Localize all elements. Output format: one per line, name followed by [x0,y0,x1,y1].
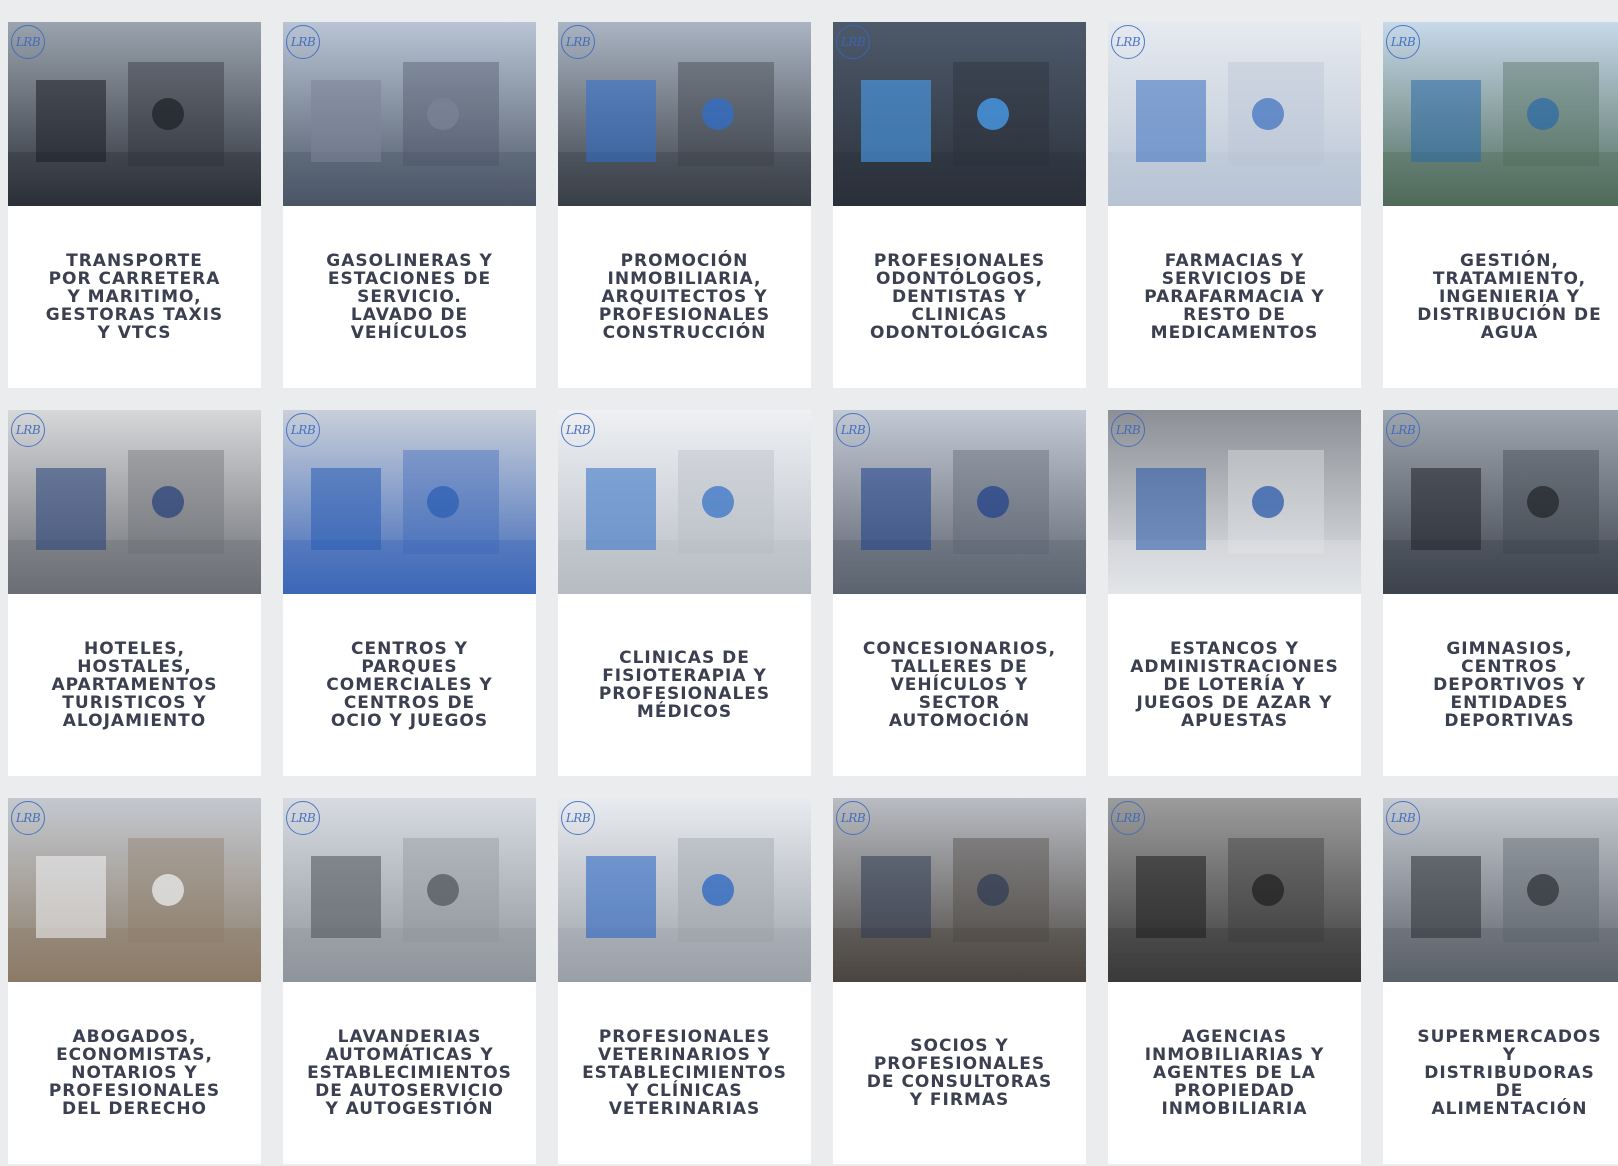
lrb-logo-icon: LRB [836,25,870,59]
sector-title: TRANSPORTE POR CARRETERA Y MARITIMO, GES… [45,251,224,343]
sector-card[interactable]: LRB TRANSPORTE POR CARRETERA Y MARITIMO,… [8,22,261,388]
lrb-logo-icon: LRB [561,801,595,835]
sector-card[interactable]: LRB ABOGADOS, ECONOMISTAS, NOTARIOS Y PR… [8,798,261,1164]
sector-card[interactable]: LRB SOCIOS Y PROFESIONALES DE CONSULTORA… [833,798,1086,1164]
office-documents-photo: LRB [8,798,261,982]
sector-card[interactable]: LRB PROFESIONALES VETERINARIOS Y ESTABLE… [558,798,811,1164]
sector-card[interactable]: LRB CENTROS Y PARQUES COMERCIALES Y CENT… [283,410,536,776]
lrb-logo-icon: LRB [1386,25,1420,59]
lrb-logo-icon: LRB [1111,801,1145,835]
taxi-app-photo: LRB [8,22,261,206]
sector-card[interactable]: LRB ESTANCOS Y ADMINISTRACIONES DE LOTER… [1108,410,1361,776]
physiotherapy-photo: LRB [558,410,811,594]
lrb-logo-icon: LRB [836,413,870,447]
sector-card[interactable]: LRB LAVANDERIAS AUTOMÁTICAS Y ESTABLECIM… [283,798,536,1164]
tobacco-shop-photo: LRB [1108,410,1361,594]
sector-title: ESTANCOS Y ADMINISTRACIONES DE LOTERÍA Y… [1130,639,1339,731]
construction-site-photo: LRB [558,22,811,206]
gym-photo: LRB [1383,410,1618,594]
lrb-logo-icon: LRB [11,25,45,59]
lrb-logo-icon: LRB [1386,413,1420,447]
sector-title: FARMACIAS Y SERVICIOS DE PARAFARMACIA Y … [1144,251,1325,343]
sector-title: AGENCIAS INMOBILIARIAS Y AGENTES DE LA P… [1144,1027,1325,1119]
sector-card-grid: LRB TRANSPORTE POR CARRETERA Y MARITIMO,… [8,22,1618,1164]
sector-title: GASOLINERAS Y ESTACIONES DE SERVICIO. LA… [326,251,493,343]
sector-title: SUPERMERCADOS Y DISTRIBUDORAS DE ALIMENT… [1417,1027,1602,1119]
sector-title: ABOGADOS, ECONOMISTAS, NOTARIOS Y PROFES… [48,1027,221,1119]
playground-photo: LRB [283,410,536,594]
lrb-logo-icon: LRB [1111,413,1145,447]
sector-card[interactable]: LRB CONCESIONARIOS, TALLERES DE VEHÍCULO… [833,410,1086,776]
lrb-logo-icon: LRB [561,25,595,59]
sector-card[interactable]: LRB PROMOCIÓN INMOBILIARIA, ARQUITECTOS … [558,22,811,388]
lrb-logo-icon: LRB [11,413,45,447]
lrb-logo-icon: LRB [561,413,595,447]
pharmacy-photo: LRB [1108,22,1361,206]
sector-title: CLINICAS DE FISIOTERAPIA Y PROFESIONALES… [598,648,771,722]
gas-station-photo: LRB [283,22,536,206]
sector-title: CENTROS Y PARQUES COMERCIALES Y CENTROS … [326,639,493,731]
laundromat-photo: LRB [283,798,536,982]
veterinary-photo: LRB [558,798,811,982]
sector-title: LAVANDERIAS AUTOMÁTICAS Y ESTABLECIMIENT… [307,1027,512,1119]
lrb-logo-icon: LRB [286,801,320,835]
sector-title: GESTIÓN, TRATAMIENTO, INGENIERIA Y DISTR… [1417,251,1602,343]
sector-title: PROFESIONALES ODONTÓLOGOS, DENTISTAS Y C… [869,251,1050,343]
car-dealership-photo: LRB [833,410,1086,594]
water-dam-photo: LRB [1383,22,1618,206]
sector-title: PROMOCIÓN INMOBILIARIA, ARQUITECTOS Y PR… [598,251,771,343]
supermarket-photo: LRB [1383,798,1618,982]
hotel-room-photo: LRB [8,410,261,594]
lrb-logo-icon: LRB [836,801,870,835]
sector-card[interactable]: LRB FARMACIAS Y SERVICIOS DE PARAFARMACI… [1108,22,1361,388]
lrb-logo-icon: LRB [286,25,320,59]
sector-card[interactable]: LRB AGENCIAS INMOBILIARIAS Y AGENTES DE … [1108,798,1361,1164]
sector-title: CONCESIONARIOS, TALLERES DE VEHÍCULOS Y … [862,639,1057,731]
sector-card[interactable]: LRB GASOLINERAS Y ESTACIONES DE SERVICIO… [283,22,536,388]
lrb-logo-icon: LRB [286,413,320,447]
dental-clinic-photo: LRB [833,22,1086,206]
sector-card[interactable]: LRB SUPERMERCADOS Y DISTRIBUDORAS DE ALI… [1383,798,1618,1164]
sector-title: HOTELES, HOSTALES, APARTAMENTOS TURISTIC… [51,639,218,731]
consultant-desk-photo: LRB [833,798,1086,982]
lrb-logo-icon: LRB [11,801,45,835]
keys-handover-photo: LRB [1108,798,1361,982]
sector-title: PROFESIONALES VETERINARIOS Y ESTABLECIMI… [582,1027,787,1119]
lrb-logo-icon: LRB [1111,25,1145,59]
sector-card[interactable]: LRB PROFESIONALES ODONTÓLOGOS, DENTISTAS… [833,22,1086,388]
sector-card[interactable]: LRB HOTELES, HOSTALES, APARTAMENTOS TURI… [8,410,261,776]
sector-title: GIMNASIOS, CENTROS DEPORTIVOS Y ENTIDADE… [1433,639,1586,731]
sector-card[interactable]: LRB GESTIÓN, TRATAMIENTO, INGENIERIA Y D… [1383,22,1618,388]
sector-title: SOCIOS Y PROFESIONALES DE CONSULTORAS Y … [866,1036,1053,1110]
sector-card[interactable]: LRB GIMNASIOS, CENTROS DEPORTIVOS Y ENTI… [1383,410,1618,776]
lrb-logo-icon: LRB [1386,801,1420,835]
sector-card[interactable]: LRB CLINICAS DE FISIOTERAPIA Y PROFESION… [558,410,811,776]
